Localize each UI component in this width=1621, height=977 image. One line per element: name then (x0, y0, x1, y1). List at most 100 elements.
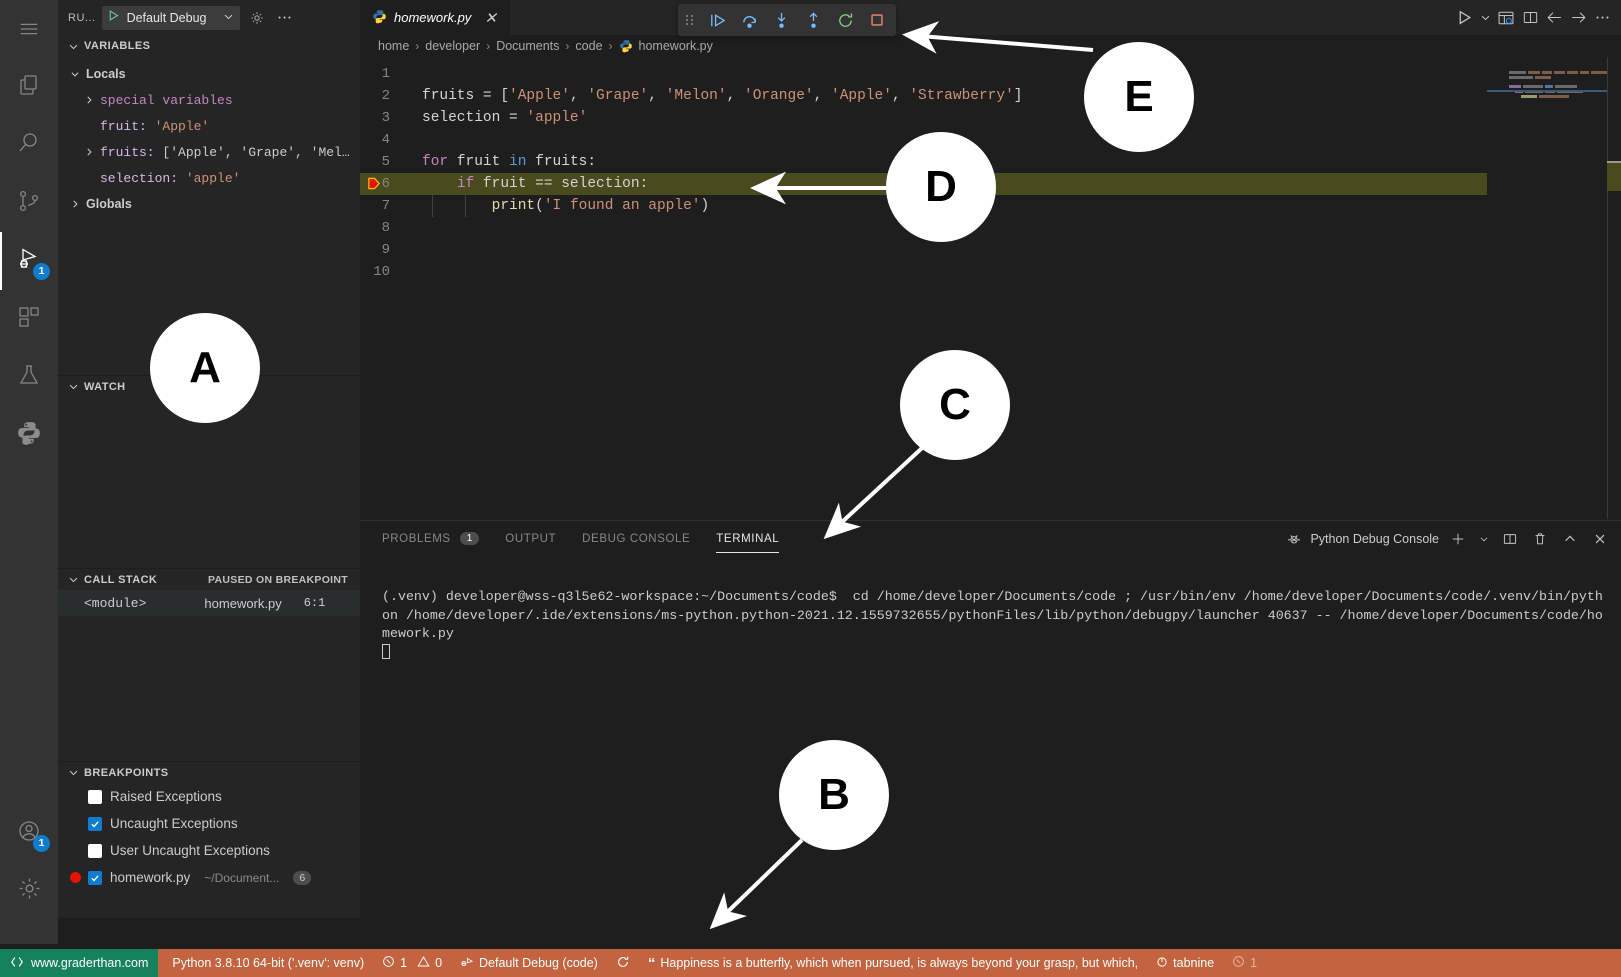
sidebar-item-testing[interactable] (0, 348, 58, 406)
chevron-down-icon (66, 574, 80, 585)
variables-scope-locals[interactable]: Locals (58, 61, 360, 87)
go-forward-button[interactable] (1567, 7, 1589, 29)
breadcrumb-item-code[interactable]: code (575, 39, 602, 53)
checkbox[interactable] (88, 870, 102, 885)
variables-section-header[interactable]: VARIABLES (58, 35, 360, 57)
variable-selection[interactable]: selection: 'apple' (58, 165, 360, 191)
step-over-button[interactable] (738, 9, 760, 31)
open-launch-json-button[interactable] (246, 7, 268, 29)
minimap-line (1509, 85, 1607, 89)
code-line: 10 (360, 261, 1621, 283)
checkbox[interactable] (88, 816, 102, 831)
sidebar-item-run-and-debug[interactable]: 1 (0, 232, 58, 290)
source-control-icon (17, 189, 41, 218)
tab-problems[interactable]: PROBLEMS 1 (382, 521, 480, 556)
variable-special-variables[interactable]: special variables (58, 87, 360, 113)
editor-more-actions[interactable] (1591, 7, 1613, 29)
tab-homework-py[interactable]: homework.py ✕ (360, 0, 510, 35)
call-stack-section-header[interactable]: CALL STACK PAUSED ON BREAKPOINT (58, 568, 360, 590)
bottom-panel: PROBLEMS 1 OUTPUT DEBUG CONSOLE TERMINAL (360, 520, 1621, 918)
breakpoint-homework-py[interactable]: homework.py ~/Document... 6 (58, 864, 360, 891)
split-terminal-button[interactable] (1499, 528, 1521, 550)
debug-configuration-dropdown[interactable]: Default Debug (101, 5, 240, 30)
minimap[interactable] (1487, 57, 1607, 519)
chevron-right-icon (84, 95, 100, 105)
breakpoints-section-header[interactable]: BREAKPOINTS (58, 761, 360, 783)
python-icon (16, 420, 42, 451)
sidebar-item-search[interactable] (0, 116, 58, 174)
status-problems[interactable]: 1 0 (373, 949, 451, 977)
checkbox[interactable] (88, 843, 102, 858)
code-line: 2 fruits = ['Apple', 'Grape', 'Melon', '… (360, 85, 1621, 107)
restart-button[interactable] (834, 9, 856, 31)
chevron-right-icon: › (486, 39, 491, 53)
sidebar-item-source-control[interactable] (0, 174, 58, 232)
kill-terminal-button[interactable] (1529, 528, 1551, 550)
run-python-file-button[interactable] (1453, 7, 1475, 29)
status-debug-config[interactable]: Default Debug (code) (451, 949, 607, 977)
sidebar-item-extensions[interactable] (0, 290, 58, 348)
annotation-b: B (779, 740, 889, 850)
sidebar-item-explorer[interactable] (0, 58, 58, 116)
terminal-dropdown-button[interactable] (1477, 528, 1491, 550)
code-line: 4 (360, 129, 1621, 151)
code-editor[interactable]: 1 2 fruits = ['Apple', 'Grape', 'Melon',… (360, 57, 1621, 519)
step-into-button[interactable] (770, 9, 792, 31)
variables-scope-globals[interactable]: Globals (58, 191, 360, 217)
stop-button[interactable] (866, 9, 888, 31)
breakpoint-dot-icon (70, 872, 81, 883)
checkbox[interactable] (88, 789, 102, 804)
annotation-letter: D (925, 162, 957, 211)
terminal-output[interactable]: (.venv) developer@wss-q3l5e62-workspace:… (360, 566, 1621, 918)
run-dropdown-button[interactable] (1477, 7, 1493, 29)
tab-debug-console[interactable]: DEBUG CONSOLE (582, 521, 690, 556)
terminal-name[interactable]: Python Debug Console (1310, 532, 1439, 546)
maximize-panel-button[interactable] (1559, 528, 1581, 550)
warning-icon (417, 955, 430, 971)
breadcrumb-item-developer[interactable]: developer (425, 39, 480, 53)
manage-settings-button[interactable] (0, 862, 58, 920)
tab-terminal[interactable]: TERMINAL (716, 521, 780, 556)
open-preview-button[interactable] (1495, 7, 1517, 29)
chevron-down-icon (66, 41, 80, 52)
chevron-down-icon[interactable] (223, 9, 234, 27)
sidebar-more-actions[interactable] (274, 7, 296, 29)
chevron-right-icon (70, 199, 86, 209)
play-icon[interactable] (107, 9, 120, 27)
breadcrumb-item-documents[interactable]: Documents (496, 39, 559, 53)
tab-output[interactable]: OUTPUT (505, 521, 556, 556)
variable-fruits[interactable]: fruits: ['Apple', 'Grape', 'Mel… (58, 139, 360, 165)
status-tabnine-errors[interactable]: 1 (1223, 949, 1266, 977)
breadcrumb-item-home[interactable]: home (378, 39, 409, 53)
status-sync[interactable] (607, 949, 639, 977)
status-tabnine[interactable]: tabnine (1147, 949, 1223, 977)
status-quote[interactable]: “ Happiness is a butterfly, which when p… (639, 949, 1147, 977)
hamburger-menu-icon[interactable] (0, 0, 58, 58)
debug-toolbar (678, 4, 896, 36)
line-text: selection = 'apple' (422, 110, 588, 126)
variable-fruit[interactable]: fruit: 'Apple' (58, 113, 360, 139)
breakpoint-raised-exceptions[interactable]: Raised Exceptions (58, 783, 360, 810)
sidebar-item-python[interactable] (0, 406, 58, 464)
breakpoint-user-uncaught-exceptions[interactable]: User Uncaught Exceptions (58, 837, 360, 864)
editor-vertical-scrollbar[interactable] (1607, 57, 1621, 519)
minimap-line (1509, 71, 1607, 74)
new-terminal-button[interactable] (1447, 528, 1469, 550)
accounts-button[interactable]: 1 (0, 804, 58, 862)
line-number: 7 (381, 198, 390, 214)
error-count: 1 (400, 956, 408, 970)
step-out-button[interactable] (802, 9, 824, 31)
grip-icon[interactable] (686, 15, 694, 25)
close-icon[interactable]: ✕ (484, 9, 497, 27)
status-remote-host[interactable]: www.graderthan.com (0, 949, 159, 977)
go-back-button[interactable] (1543, 7, 1565, 29)
call-stack-row[interactable]: <module> homework.py 6:1 (58, 590, 360, 616)
breakpoint-label: Raised Exceptions (110, 789, 222, 804)
status-python-interpreter[interactable]: Python 3.8.10 64-bit ('.venv': venv) (158, 949, 373, 977)
breakpoint-uncaught-exceptions[interactable]: Uncaught Exceptions (58, 810, 360, 837)
close-panel-button[interactable] (1589, 528, 1611, 550)
line-text: for fruit in fruits: (422, 154, 597, 170)
split-editor-button[interactable] (1519, 7, 1541, 29)
breadcrumb-item-file[interactable]: homework.py (639, 39, 713, 53)
continue-button[interactable] (706, 9, 728, 31)
